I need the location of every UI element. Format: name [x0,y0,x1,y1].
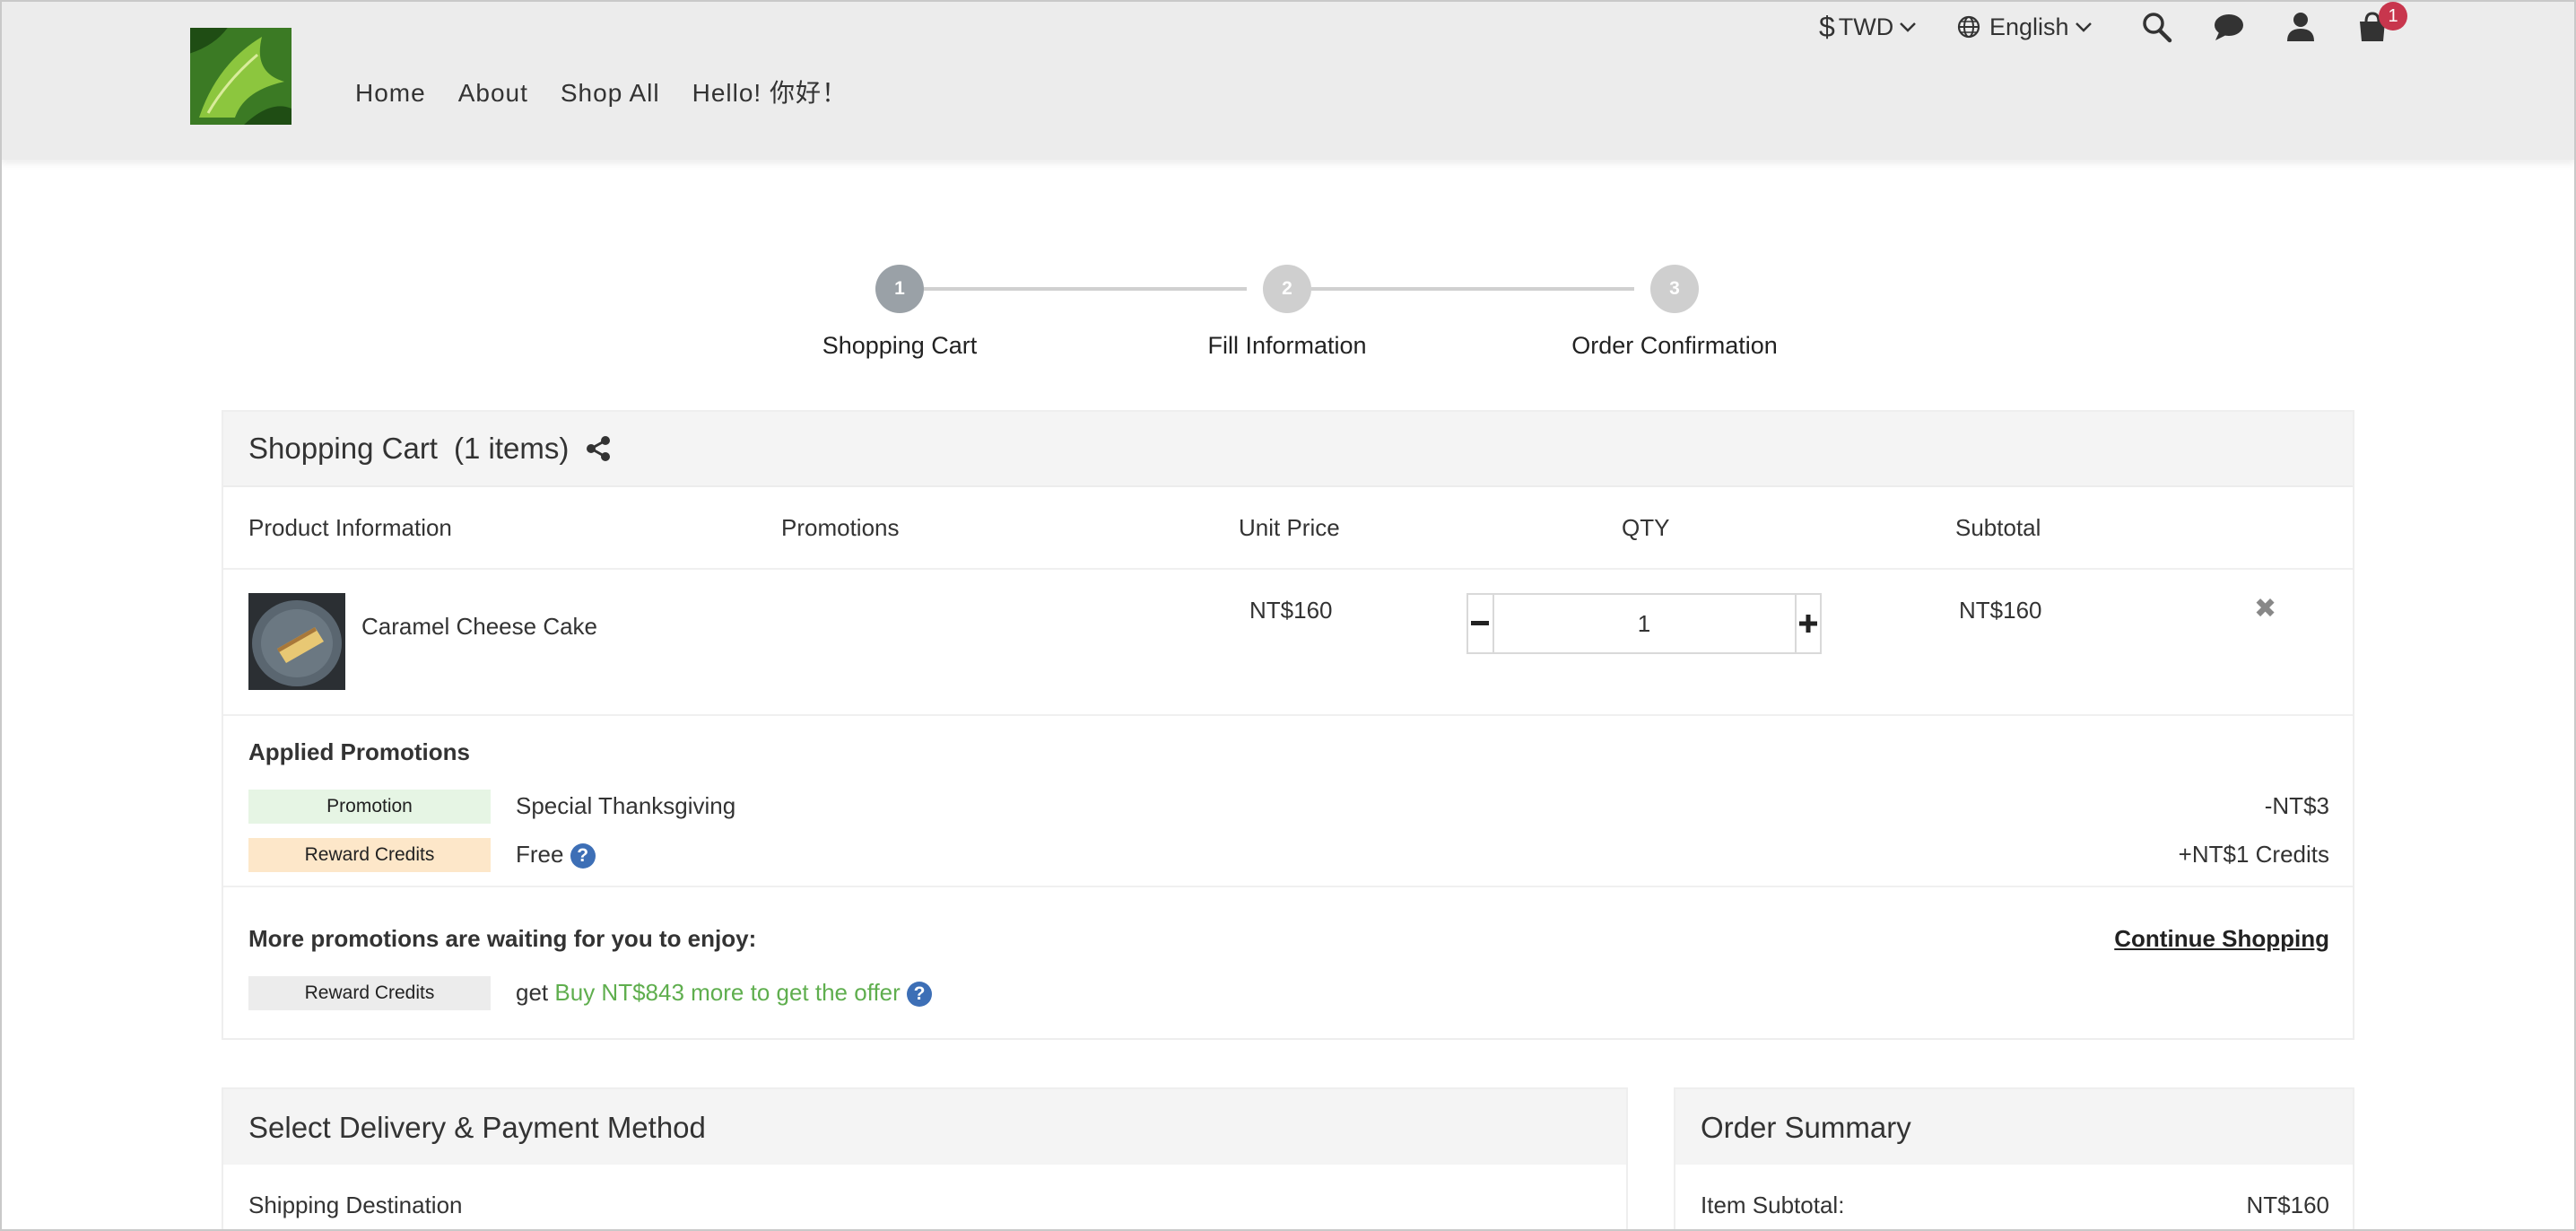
store-logo[interactable] [190,28,292,125]
minus-icon [1471,621,1490,625]
col-promotions: Promotions [781,514,900,541]
chat-icon[interactable] [2212,11,2246,43]
unit-price: NT$160 [1249,597,1333,624]
help-icon[interactable]: ? [570,843,596,869]
summary-title: Order Summary [1701,1111,1911,1144]
qty-input[interactable] [1493,595,1795,652]
qty-decrease-button[interactable] [1468,595,1494,652]
globe-icon [1957,15,1980,39]
quantity-stepper [1466,593,1822,654]
step-connector [1311,287,1634,291]
nav-hello[interactable]: Hello! 你好！ [692,77,848,109]
continue-shopping-link[interactable]: Continue Shopping [2114,925,2329,953]
chevron-down-icon [1900,22,1917,32]
step-2-label: Fill Information [1207,332,1367,359]
col-subtotal: Subtotal [1955,514,2041,541]
product-thumbnail[interactable] [248,593,345,690]
cart-item-count: (1 items) [453,432,570,465]
col-qty: QTY [1622,514,1670,541]
delivery-title: Select Delivery & Payment Method [248,1111,706,1144]
product-name[interactable]: Caramel Cheese Cake [361,613,597,641]
promotion-tag: Promotion [248,790,491,824]
reward-credits-tag: Reward Credits [248,838,491,872]
offer-prefix: get [516,979,549,1006]
remove-item-button[interactable]: ✖ [2254,593,2276,624]
divider [223,886,2353,887]
divider [223,714,2353,716]
step-3-label: Order Confirmation [1571,332,1778,359]
nav-shop-all[interactable]: Shop All [561,77,660,109]
currency-selector[interactable]: $ TWD [1819,11,1917,43]
promotion-desc: Special Thanksgiving [516,792,736,819]
chevron-down-icon [2075,22,2092,32]
cart-title: Shopping Cart (1 items) [248,432,612,466]
search-icon[interactable] [2140,11,2174,43]
delivery-payment-panel: Select Delivery & Payment Method Shippin… [222,1087,1628,1231]
step-1-circle: 1 [875,265,924,313]
reward-desc-text: Free [516,841,564,868]
summary-header: Order Summary [1675,1089,2353,1165]
plus-icon [1798,615,1817,633]
reward-amount: +NT$1 Credits [2178,841,2329,868]
item-subtotal-value: NT$160 [2246,1192,2330,1218]
step-3-circle: 3 [1650,265,1699,313]
site-header: Home About Shop All Hello! 你好！ $ TWD Eng… [0,0,2576,160]
more-reward-credits-tag: Reward Credits [248,976,491,1010]
item-subtotal: NT$160 [1959,597,2042,624]
col-product: Product Information [248,514,452,541]
qty-increase-button[interactable] [1794,595,1821,652]
delivery-header: Select Delivery & Payment Method [223,1089,1626,1165]
dollar-icon: $ [1819,10,1835,43]
share-icon[interactable] [585,435,612,462]
promotion-amount: -NT$3 [2264,792,2329,819]
step-2-circle: 2 [1263,265,1311,313]
applied-promotions-title: Applied Promotions [248,738,470,765]
cart-title-text: Shopping Cart [248,432,438,465]
more-promotions-title: More promotions are waiting for you to e… [248,925,757,952]
more-offer: get Buy NT$843 more to get the offer ? [516,979,933,1008]
order-summary-panel: Order Summary Item Subtotal: NT$160 [1674,1087,2354,1231]
reward-desc: Free ? [516,841,596,869]
shipping-destination-label: Shipping Destination [248,1192,463,1218]
user-icon[interactable] [2284,11,2318,43]
shopping-cart-panel: Shopping Cart (1 items) Product Informat… [222,410,2354,1040]
currency-label: TWD [1838,13,1894,40]
cart-header: Shopping Cart (1 items) [223,412,2353,487]
language-selector[interactable]: English [1957,11,2093,43]
nav-about[interactable]: About [458,77,528,109]
nav-home[interactable]: Home [355,77,426,109]
offer-text[interactable]: Buy NT$843 more to get the offer [554,979,900,1006]
cart-count-badge: 1 [2379,2,2407,31]
item-subtotal-label: Item Subtotal: [1701,1192,1845,1218]
step-1-label: Shopping Cart [822,332,978,359]
language-label: English [1989,13,2069,40]
help-icon[interactable]: ? [907,982,933,1008]
divider [223,568,2353,570]
col-unit-price: Unit Price [1239,514,1340,541]
step-connector [924,287,1247,291]
main-nav: Home About Shop All Hello! 你好！ [355,77,880,109]
